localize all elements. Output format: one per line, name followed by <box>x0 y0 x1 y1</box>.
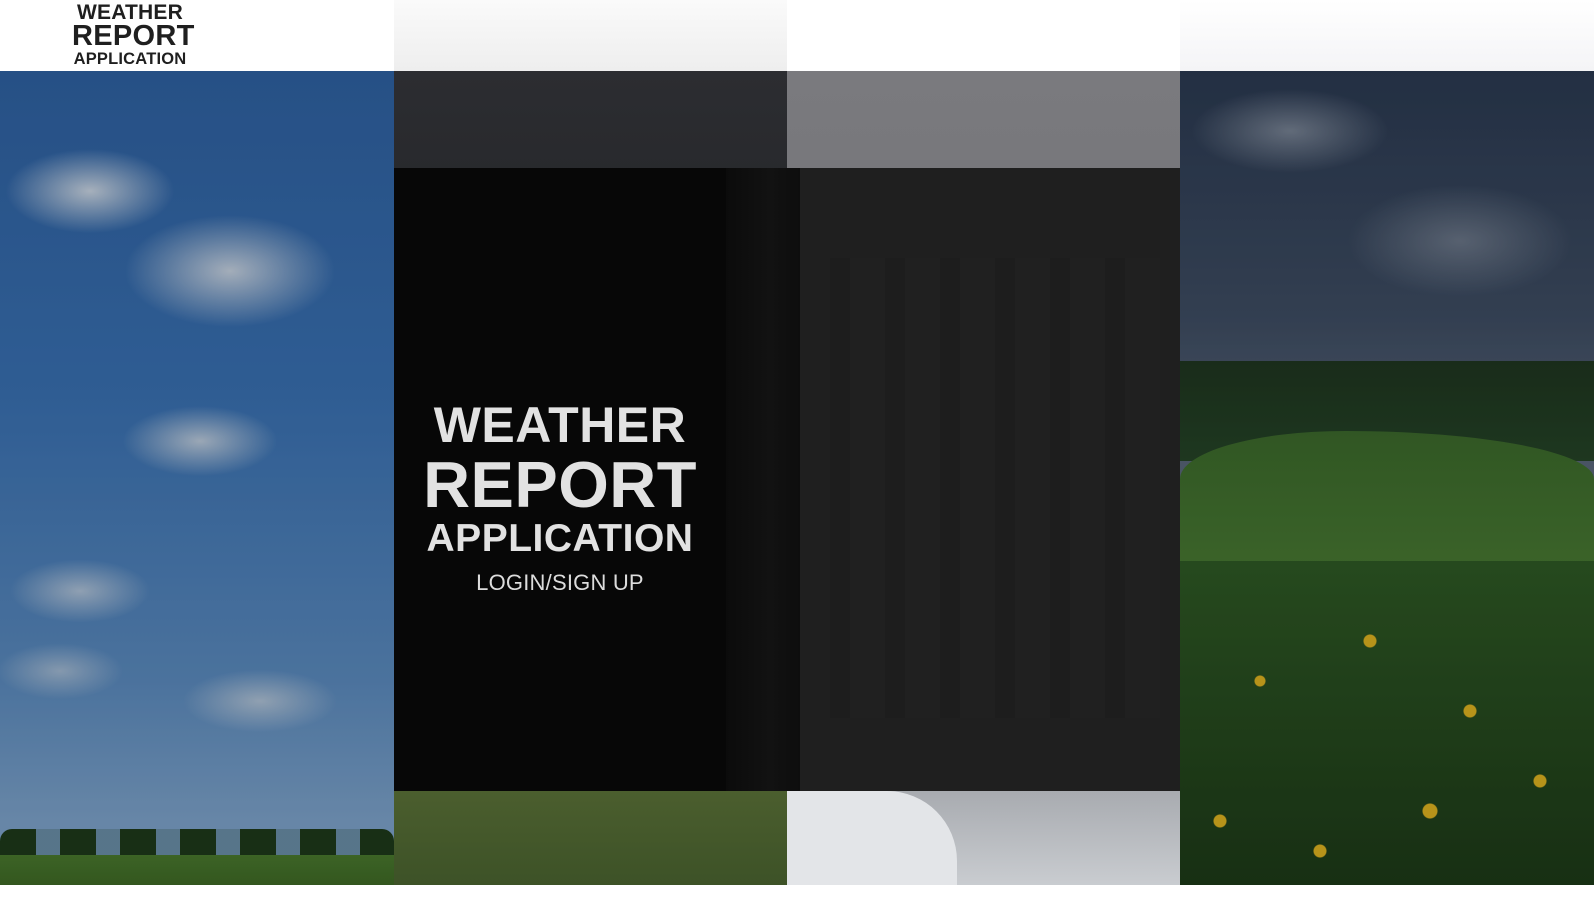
panel-overlay <box>1180 71 1594 885</box>
hero-card-stripe <box>726 168 800 791</box>
top-bar-segment <box>1180 0 1594 71</box>
panel-overlay <box>0 71 394 885</box>
panel-meadow <box>1180 71 1594 885</box>
hero-title: WEATHER REPORT APPLICATION <box>420 400 700 558</box>
grass <box>394 791 787 885</box>
top-bar-segment <box>394 0 787 71</box>
top-bar-segment <box>787 0 1180 71</box>
logo-line-report: REPORT <box>72 20 195 52</box>
hero-card-right <box>800 168 1180 791</box>
top-bar <box>0 0 1594 71</box>
app-logo[interactable]: WEATHER REPORT APPLICATION <box>72 2 195 68</box>
logo-line-application: APPLICATION <box>73 50 187 68</box>
hero-card-texture <box>830 258 1160 718</box>
panel-blue-sky <box>0 71 394 885</box>
top-bar-segment <box>0 0 394 71</box>
hero-title-report: REPORT <box>423 448 697 521</box>
hero-title-application: APPLICATION <box>426 517 694 560</box>
hero-title-weather: WEATHER <box>433 397 687 453</box>
login-signup-link[interactable]: LOGIN/SIGN UP <box>420 570 700 596</box>
